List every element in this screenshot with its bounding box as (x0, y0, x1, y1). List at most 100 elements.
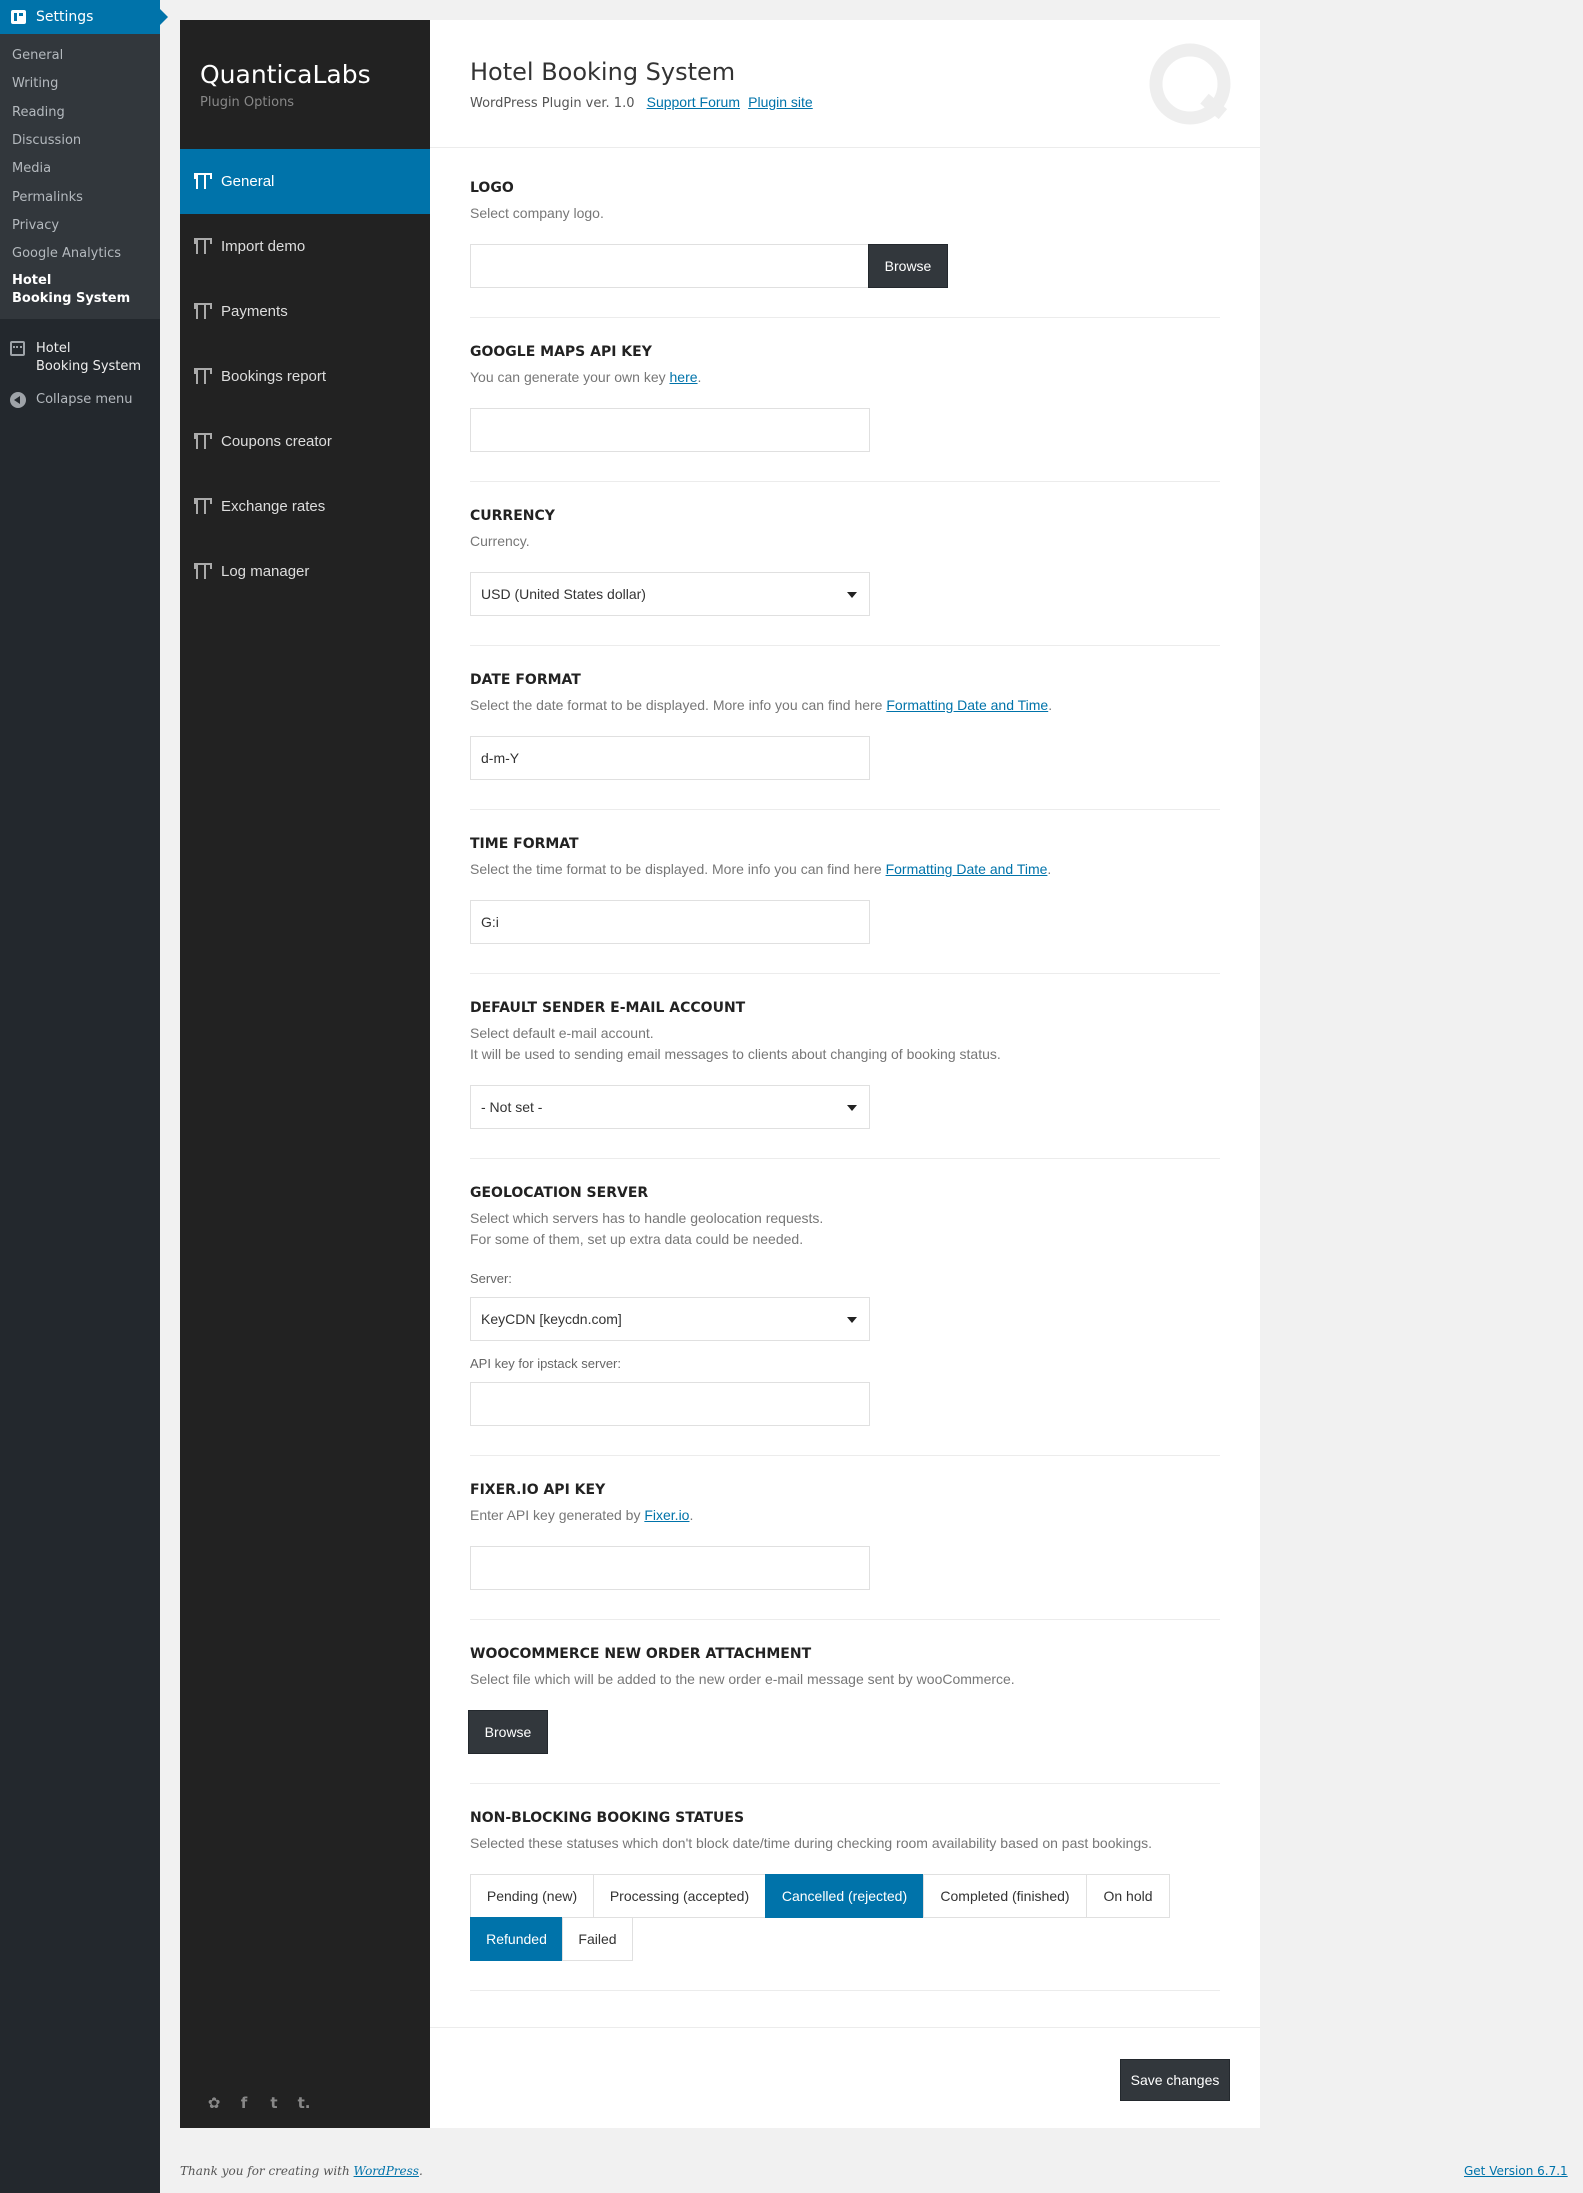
nav-item-coupons-creator[interactable]: Coupons creator (180, 409, 430, 474)
maps-key-here-link[interactable]: here (670, 369, 698, 385)
section-description: Select file which will be added to the n… (470, 1671, 1015, 1687)
sender-desc-line1: Select default e-mail account. (470, 1025, 654, 1041)
tumblr-icon[interactable]: t. (296, 2095, 312, 2111)
section-title: NON-BLOCKING BOOKING STATUES (470, 1810, 745, 1826)
section-description: Select the time format to be displayed. … (470, 859, 1220, 880)
geo-desc-line2: For some of them, set up extra data coul… (470, 1231, 804, 1247)
quanticalabs-logo-icon (1149, 43, 1231, 125)
geolocation-server-value: KeyCDN [keycdn.com] (481, 1311, 622, 1327)
collapse-icon[interactable] (10, 392, 26, 408)
date-format-input[interactable]: d-m-Y (470, 736, 870, 780)
ipstack-api-key-input[interactable] (470, 1382, 870, 1426)
logo-browse-button[interactable]: Browse (868, 244, 948, 288)
tools-icon (194, 433, 212, 449)
nav-item-label: Import demo (221, 238, 306, 255)
nav-item-log-manager[interactable]: Log manager (180, 539, 430, 604)
nav-item-import-demo[interactable]: Import demo (180, 214, 430, 279)
wp-menu-hotel-line2: Booking System (36, 359, 142, 374)
tools-icon (194, 238, 212, 254)
status-toggle-failed[interactable]: Failed (562, 1917, 633, 1961)
nav-item-general[interactable]: General (180, 149, 430, 214)
status-toggle-completed[interactable]: Completed (finished) (923, 1874, 1087, 1918)
maps-desc-text: You can generate your own key (470, 369, 670, 385)
tools-icon (194, 498, 212, 514)
section-title: WOOCOMMERCE NEW ORDER ATTACHMENT (470, 1646, 812, 1662)
tools-icon (194, 563, 212, 579)
wp-version-link[interactable]: Get Version 6.7.1 (1464, 2164, 1568, 2178)
fixer-desc-end: . (689, 1507, 694, 1523)
wp-menu-settings[interactable]: Settings (0, 0, 160, 34)
woo-attachment-browse-button[interactable]: Browse (468, 1710, 548, 1754)
nav-item-label: Coupons creator (221, 433, 332, 450)
collapse-menu-button[interactable]: Collapse menu (36, 392, 133, 407)
section-geolocation-server: GEOLOCATION SERVER Select which servers … (470, 1185, 1220, 1250)
section-divider (470, 973, 1220, 974)
currency-select[interactable]: USD (United States dollar) (470, 572, 870, 616)
sender-desc-line2: It will be used to sending email message… (470, 1046, 1001, 1062)
status-toggle-pending[interactable]: Pending (new) (470, 1874, 594, 1918)
chevron-down-icon (847, 592, 857, 598)
form-footer-divider (430, 2027, 1260, 2028)
wp-menu-hotel-line1: Hotel (36, 341, 71, 356)
footer-thanks: Thank you for creating with (180, 2164, 354, 2178)
section-title: DATE FORMAT (470, 672, 581, 688)
wp-submenu-hotel-line1: Hotel (12, 273, 52, 288)
time-formatting-link[interactable]: Formatting Date and Time (886, 861, 1048, 877)
section-non-blocking-statuses: NON-BLOCKING BOOKING STATUES Selected th… (470, 1810, 1220, 1854)
plugin-site-link[interactable]: Plugin site (748, 94, 813, 110)
section-divider (470, 645, 1220, 646)
tools-icon (194, 173, 212, 189)
time-format-input[interactable]: G:i (470, 900, 870, 944)
section-divider (470, 1783, 1220, 1784)
wp-submenu-permalinks[interactable]: Permalinks (12, 190, 83, 205)
nav-item-label: Exchange rates (221, 498, 326, 515)
section-time-format: TIME FORMAT Select the time format to be… (470, 836, 1220, 880)
section-currency: CURRENCY Currency. (470, 508, 1220, 552)
nav-item-payments[interactable]: Payments (180, 279, 430, 344)
status-toggle-processing[interactable]: Processing (accepted) (593, 1874, 766, 1918)
wp-submenu-general[interactable]: General (12, 48, 63, 63)
wp-submenu-writing[interactable]: Writing (12, 76, 58, 91)
status-toggle-cancelled[interactable]: Cancelled (rejected) (765, 1874, 924, 1918)
twitter-icon[interactable]: t (266, 2095, 282, 2111)
save-changes-button[interactable]: Save changes (1120, 2059, 1230, 2101)
section-google-maps-api-key: GOOGLE MAPS API KEY You can generate you… (470, 344, 1220, 388)
section-title: FIXER.IO API KEY (470, 1482, 606, 1498)
section-divider (470, 1158, 1220, 1159)
wp-menu-settings-label: Settings (36, 9, 94, 25)
wp-submenu-discussion[interactable]: Discussion (12, 133, 81, 148)
nav-item-label: Bookings report (221, 368, 327, 385)
geo-desc-line1: Select which servers has to handle geolo… (470, 1210, 824, 1226)
section-description: Select the date format to be displayed. … (470, 695, 1220, 716)
section-divider (470, 809, 1220, 810)
header-divider (430, 147, 1260, 148)
fixer-io-link[interactable]: Fixer.io (644, 1507, 689, 1523)
wp-submenu-hotel-booking[interactable]: Hotel Booking System (12, 272, 130, 308)
date-desc-text: Select the date format to be displayed. … (470, 697, 887, 713)
wp-submenu-privacy[interactable]: Privacy (12, 218, 59, 233)
wp-submenu-media[interactable]: Media (12, 161, 51, 176)
nav-item-bookings-report[interactable]: Bookings report (180, 344, 430, 409)
facebook-icon[interactable]: f (236, 2095, 252, 2111)
status-toggle-on-hold[interactable]: On hold (1086, 1874, 1170, 1918)
nav-item-exchange-rates[interactable]: Exchange rates (180, 474, 430, 539)
wp-submenu-google-analytics[interactable]: Google Analytics (12, 246, 121, 261)
logo-url-input[interactable] (470, 244, 870, 288)
google-maps-api-key-input[interactable] (470, 408, 870, 452)
wordpress-link[interactable]: WordPress (354, 2164, 419, 2178)
section-title: GOOGLE MAPS API KEY (470, 344, 652, 360)
default-sender-select[interactable]: - Not set - (470, 1085, 870, 1129)
status-toggle-refunded[interactable]: Refunded (470, 1917, 563, 1961)
wp-menu-hotel-booking[interactable]: Hotel Booking System (36, 340, 141, 376)
section-title: LOGO (470, 180, 514, 196)
geolocation-server-select[interactable]: KeyCDN [keycdn.com] (470, 1297, 870, 1341)
page-subtitle: WordPress Plugin ver. 1.0 Support Forum … (470, 94, 813, 111)
fixer-api-key-input[interactable] (470, 1546, 870, 1590)
date-formatting-link[interactable]: Formatting Date and Time (886, 697, 1048, 713)
envato-icon[interactable]: ✿ (206, 2095, 222, 2111)
date-desc-end: . (1048, 697, 1053, 713)
support-forum-link[interactable]: Support Forum (647, 94, 740, 110)
chevron-down-icon (847, 1105, 857, 1111)
wp-submenu-reading[interactable]: Reading (12, 105, 65, 120)
plugin-options-sidebar: QuanticaLabs Plugin Options General Impo… (180, 20, 430, 2128)
